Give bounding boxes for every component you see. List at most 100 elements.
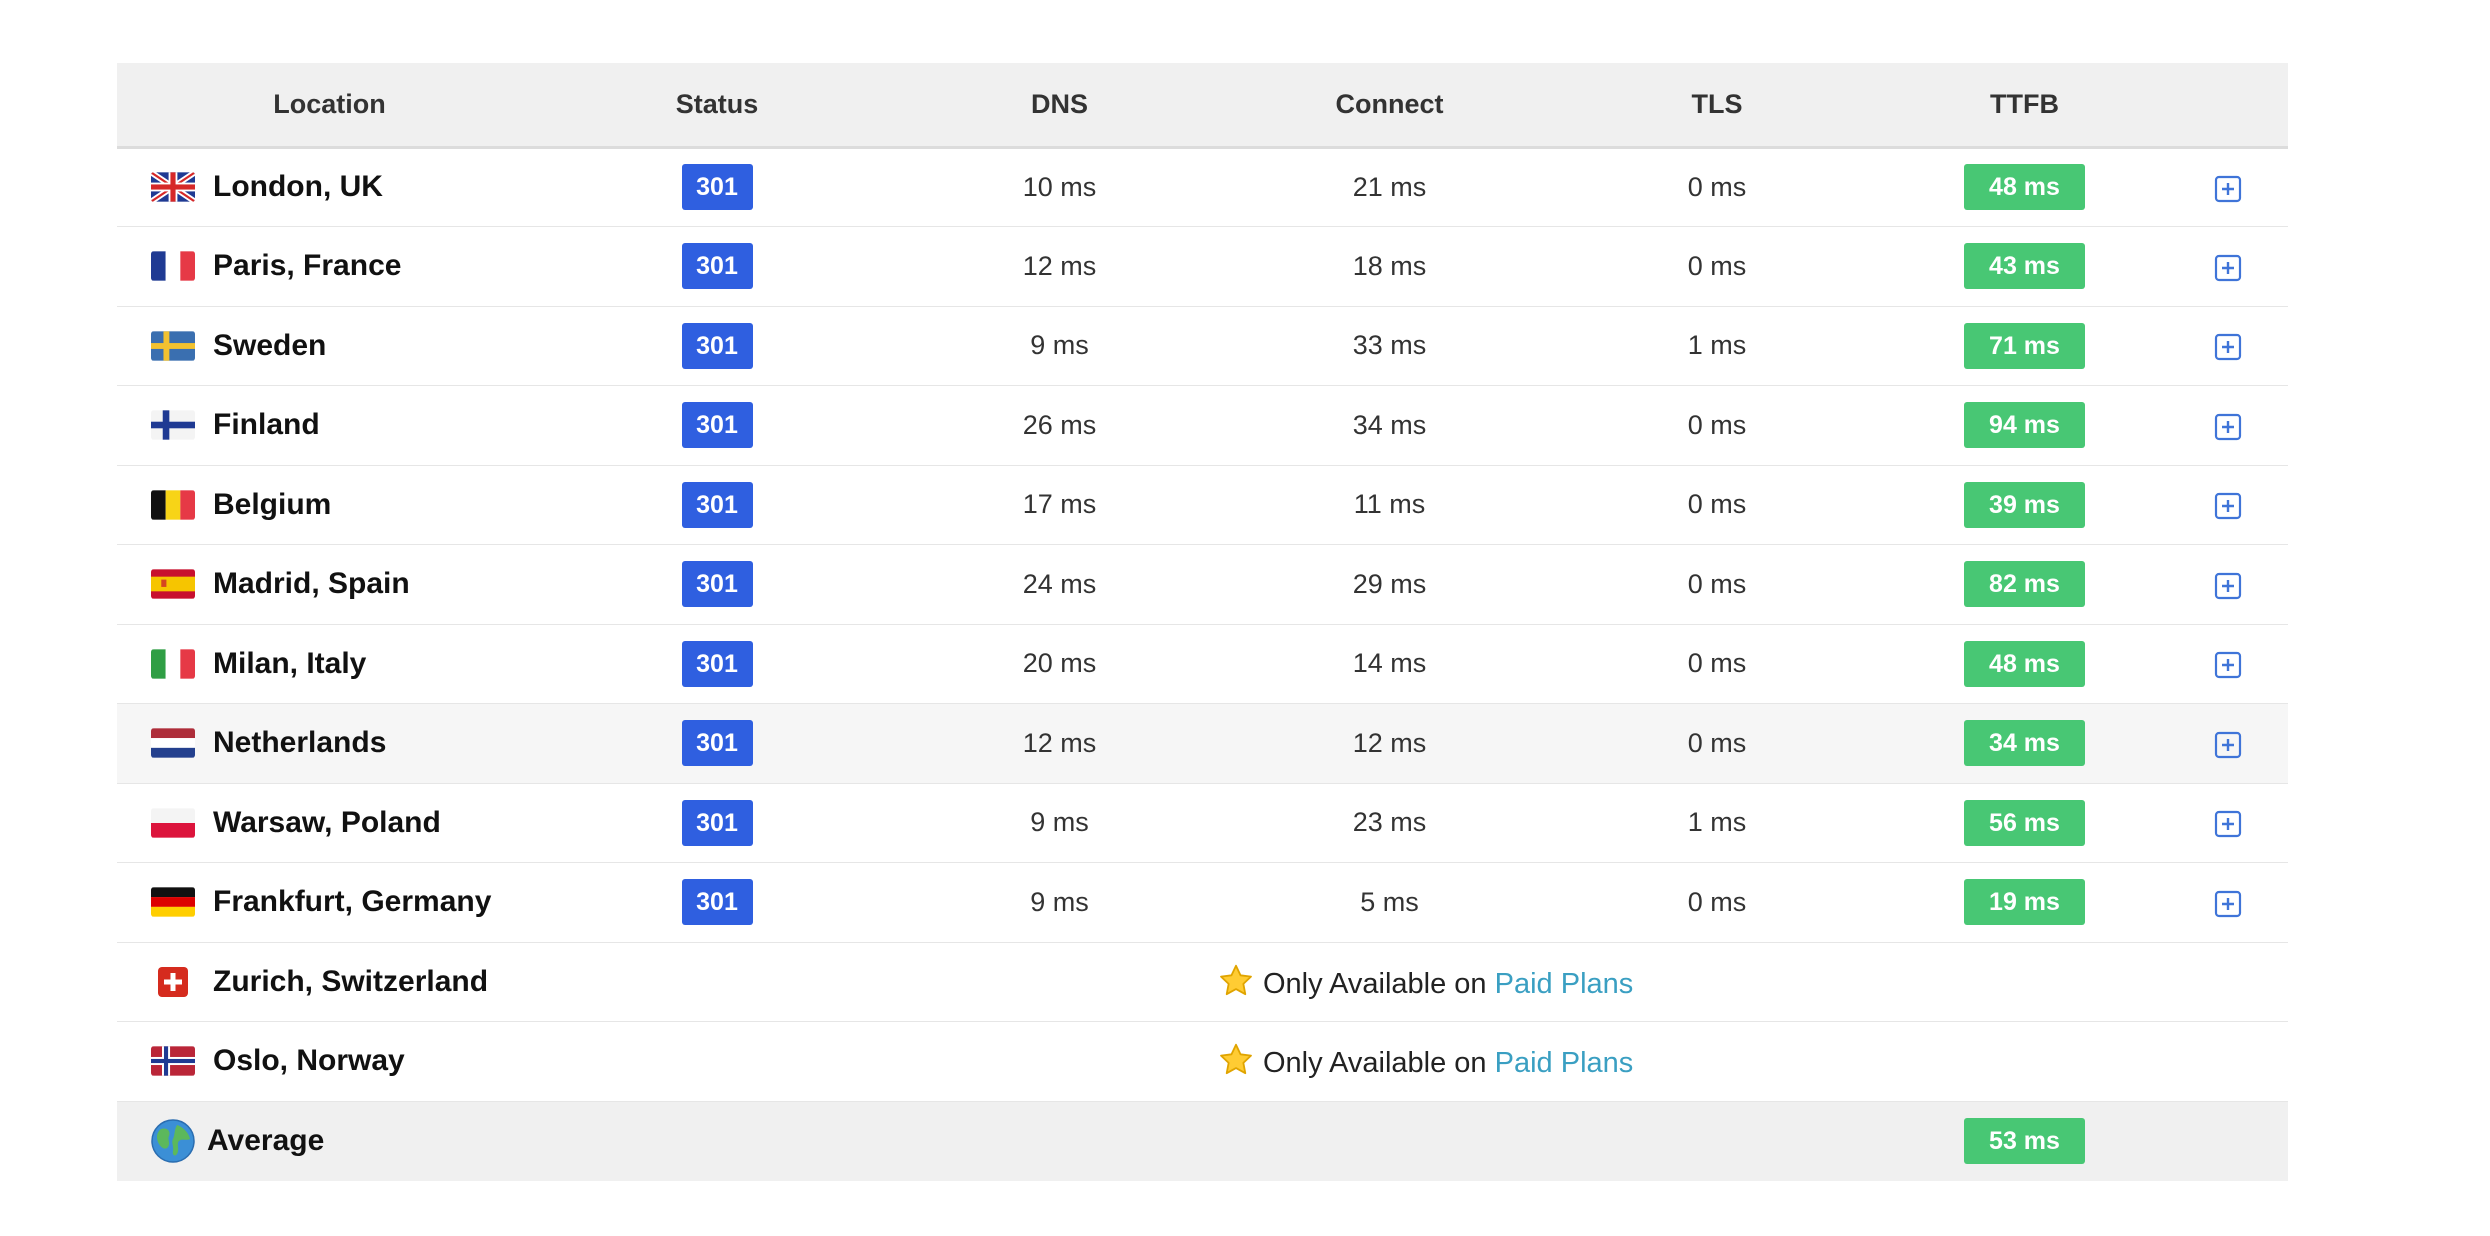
action-cell	[2167, 147, 2288, 227]
action-cell	[2167, 863, 2288, 943]
ttfb-cell: 48 ms	[1882, 624, 2167, 704]
switzerland-flag-icon	[158, 966, 188, 997]
expand-plus-icon[interactable]	[2214, 333, 2242, 361]
ttfb-badge: 34 ms	[1964, 720, 2085, 767]
paid-plans-notice: Only Available on Paid Plans	[1217, 1044, 1634, 1079]
status-cell: 301	[542, 306, 892, 386]
ttfb-cell: 43 ms	[1882, 227, 2167, 307]
table-row: Warsaw, Poland 301 9 ms 23 ms 1 ms 56 ms	[117, 783, 2288, 863]
table-row: Paris, France 301 12 ms 18 ms 0 ms 43 ms	[117, 227, 2288, 307]
location-cell: Netherlands	[117, 704, 542, 784]
table-row: Netherlands 301 12 ms 12 ms 0 ms 34 ms	[117, 703, 2288, 784]
connect-cell: 14 ms	[1352, 648, 1427, 679]
table-row: Sweden 301 9 ms 33 ms 1 ms 71 ms	[117, 306, 2288, 386]
tls-cell: 0 ms	[1687, 886, 1747, 917]
ttfb-badge: 19 ms	[1964, 879, 2085, 926]
status-cell: 301	[542, 465, 892, 545]
header-ttfb: TTFB	[1990, 88, 2059, 119]
norway-flag-icon	[151, 1046, 195, 1076]
status-badge: 301	[681, 164, 753, 211]
ttfb-badge: 48 ms	[1964, 164, 2085, 211]
location-name: London, UK	[213, 170, 383, 204]
ttfb-cell: 82 ms	[1882, 545, 2167, 625]
tls-cell: 0 ms	[1687, 409, 1747, 440]
table-row: Madrid, Spain 301 24 ms 29 ms 0 ms 82 ms	[117, 545, 2288, 625]
paid-plans-cell: Only Available on Paid Plans	[542, 942, 2288, 1022]
expand-plus-icon[interactable]	[2214, 651, 2242, 679]
average-ttfb-cell: 53 ms	[1882, 1101, 2167, 1181]
status-badge: 301	[681, 481, 753, 528]
paid-plans-cell: Only Available on Paid Plans	[542, 1022, 2288, 1102]
ttfb-cell: 56 ms	[1882, 783, 2167, 863]
connect-cell: 21 ms	[1352, 171, 1427, 202]
expand-plus-icon[interactable]	[2214, 572, 2242, 600]
location-name: Belgium	[213, 487, 332, 521]
ttfb-badge: 94 ms	[1964, 402, 2085, 449]
status-badge: 301	[681, 879, 753, 926]
location-name: Netherlands	[213, 726, 387, 760]
tls-cell: 0 ms	[1687, 250, 1747, 281]
star-icon	[1217, 963, 1255, 999]
connect-cell: 18 ms	[1352, 250, 1427, 281]
location-name: Madrid, Spain	[213, 567, 410, 601]
expand-plus-icon[interactable]	[2214, 890, 2242, 918]
location-name: Finland	[213, 408, 320, 442]
tls-cell: 0 ms	[1687, 568, 1747, 599]
status-cell: 301	[542, 227, 892, 307]
expand-plus-icon[interactable]	[2214, 413, 2242, 441]
status-badge: 301	[681, 243, 753, 290]
finland-flag-icon	[151, 410, 195, 440]
location-cell: Belgium	[117, 465, 542, 545]
status-cell: 301	[542, 624, 892, 704]
location-name: Zurich, Switzerland	[213, 964, 489, 998]
expand-plus-icon[interactable]	[2214, 731, 2242, 759]
dns-cell: 26 ms	[1022, 409, 1097, 440]
germany-flag-icon	[151, 887, 195, 917]
location-name: Warsaw, Poland	[213, 805, 441, 839]
location-cell: London, UK	[117, 147, 542, 227]
expand-plus-icon[interactable]	[2214, 254, 2242, 282]
france-flag-icon	[151, 251, 195, 281]
location-cell: Oslo, Norway	[117, 1022, 542, 1102]
paid-plans-link[interactable]: Paid Plans	[1495, 1047, 1634, 1079]
status-cell: 301	[542, 545, 892, 625]
expand-plus-icon[interactable]	[2214, 492, 2242, 520]
tls-cell: 0 ms	[1687, 171, 1747, 202]
table-row: Milan, Italy 301 20 ms 14 ms 0 ms 48 ms	[117, 624, 2288, 704]
location-cell: Milan, Italy	[117, 624, 542, 704]
paid-plans-link[interactable]: Paid Plans	[1495, 968, 1634, 1000]
netherlands-flag-icon	[151, 728, 195, 758]
tls-cell: 0 ms	[1687, 727, 1747, 758]
expand-plus-icon[interactable]	[2214, 810, 2242, 838]
action-cell	[2167, 624, 2288, 704]
status-badge: 301	[681, 640, 753, 687]
poland-flag-icon	[151, 808, 195, 838]
ttfb-cell: 48 ms	[1882, 147, 2167, 227]
expand-plus-icon[interactable]	[2214, 175, 2242, 203]
location-name: Milan, Italy	[213, 646, 367, 680]
ttfb-cell: 94 ms	[1882, 386, 2167, 466]
paid-plans-text: Only Available on	[1263, 967, 1495, 1000]
action-cell	[2167, 386, 2288, 466]
ttfb-cell: 71 ms	[1882, 306, 2167, 386]
table-row-locked: Zurich, Switzerland Only Available on Pa…	[117, 942, 2288, 1022]
dns-cell: 9 ms	[1030, 886, 1089, 917]
location-cell: Frankfurt, Germany	[117, 863, 542, 943]
dns-cell: 20 ms	[1022, 648, 1097, 679]
average-location-cell: Average	[117, 1101, 542, 1181]
connect-cell: 11 ms	[1353, 489, 1426, 520]
status-cell: 301	[542, 704, 892, 784]
status-cell: 301	[542, 147, 892, 227]
table-header-row: Location Status DNS Connect TLS TTFB	[117, 63, 2288, 147]
status-cell: 301	[542, 783, 892, 863]
status-badge: 301	[681, 402, 753, 449]
action-cell	[2167, 704, 2288, 784]
table-row: Finland 301 26 ms 34 ms 0 ms 94 ms	[117, 386, 2288, 466]
tls-cell: 1 ms	[1687, 807, 1747, 838]
tls-cell: 0 ms	[1687, 648, 1747, 679]
globe-icon	[151, 1119, 195, 1163]
connect-cell: 5 ms	[1360, 886, 1419, 917]
ttfb-badge: 48 ms	[1964, 640, 2085, 687]
header-tls: TLS	[1691, 88, 1743, 119]
status-badge: 301	[681, 720, 753, 767]
